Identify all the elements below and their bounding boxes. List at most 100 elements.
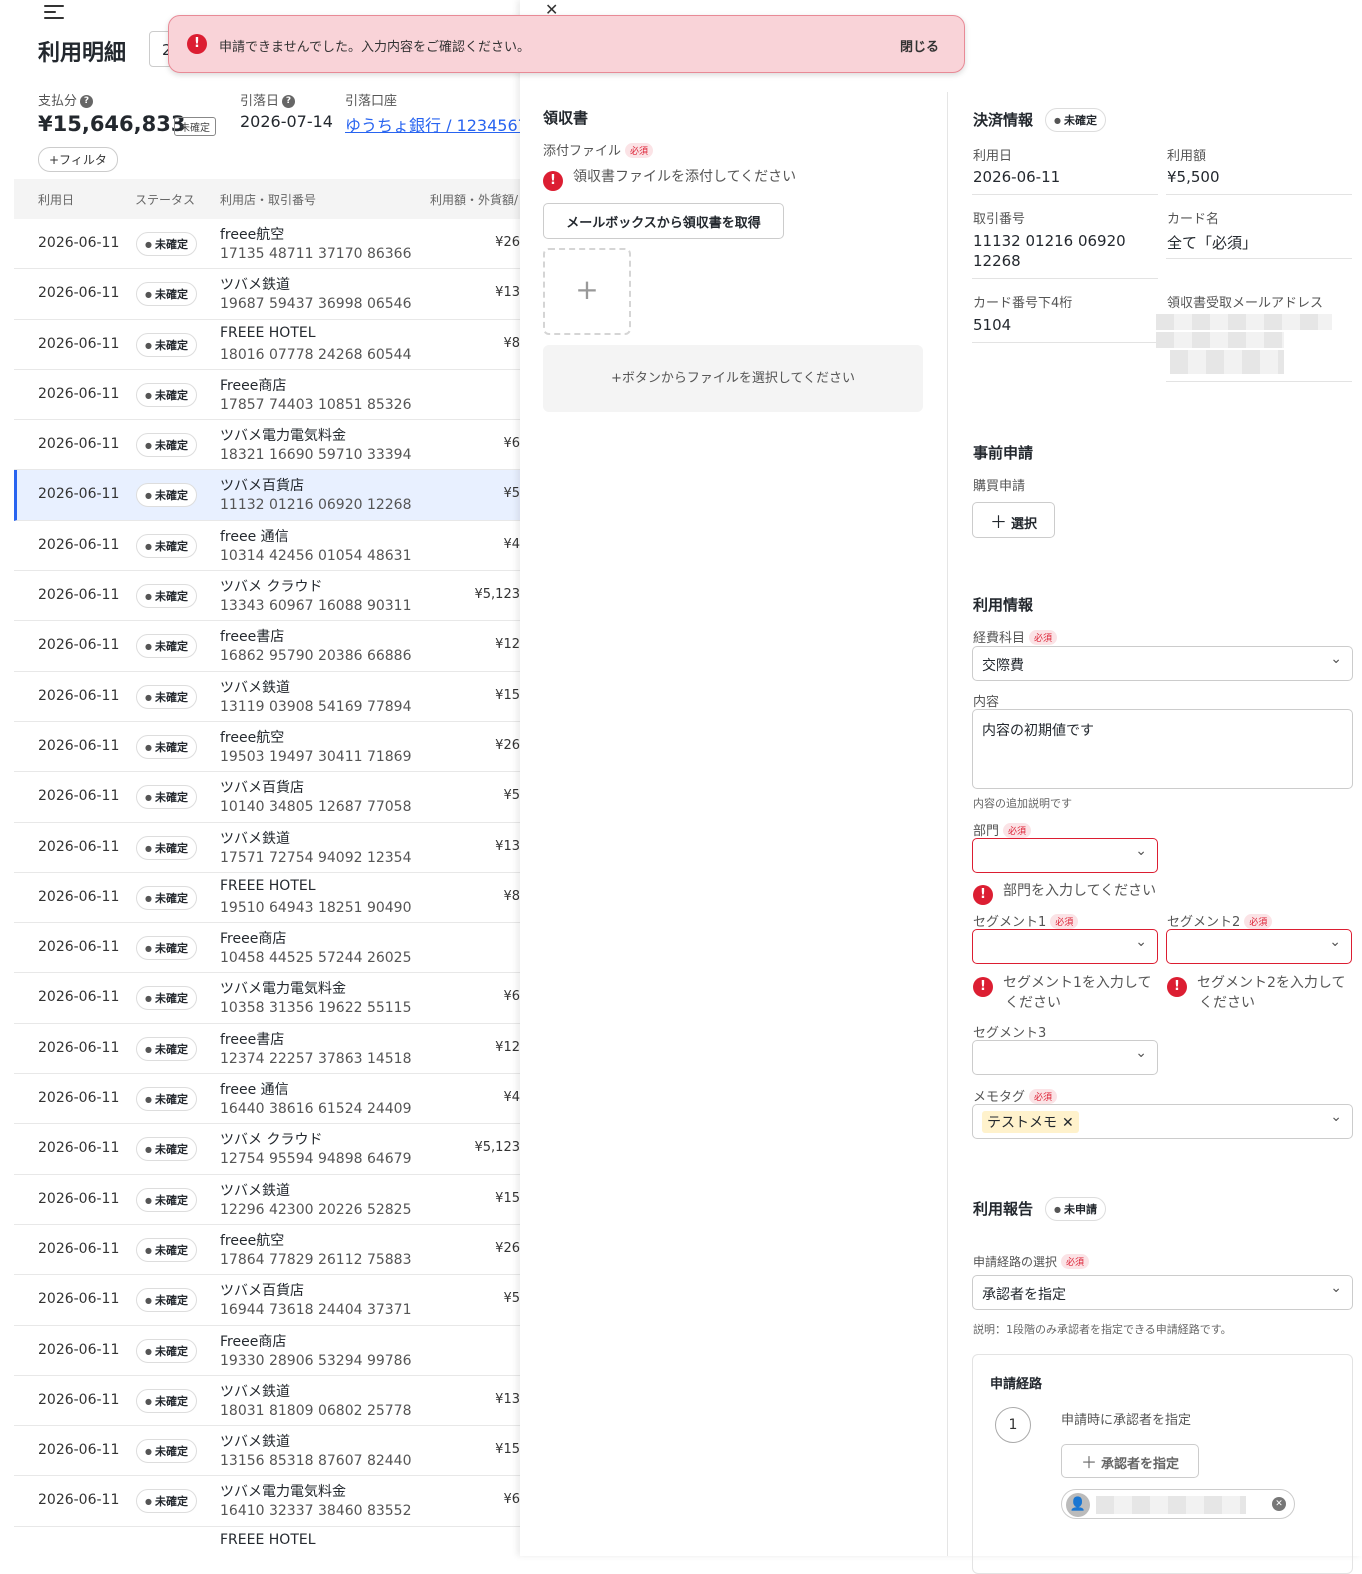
route-select[interactable]: 承認者を指定 [972, 1275, 1353, 1310]
redacted-email [1156, 332, 1284, 348]
table-row[interactable]: 2026-06-11 未確定 ツバメ鉄道 17571 72754 94092 1235… [14, 823, 520, 873]
table-row[interactable]: 2026-06-11 未確定 ツバメ鉄道 18031 81809 06802 2577… [14, 1376, 520, 1427]
row-transaction-number: 18016 07778 24268 60544 [220, 346, 412, 363]
toast-message: 申請できませんでした。入力内容をご確認ください。 [219, 40, 530, 55]
row-amount: ¥12 [495, 1039, 520, 1055]
table-row[interactable]: 2026-06-11 未確定 Freee商店 17857 74403 10851 85… [14, 370, 520, 421]
row-amount: ¥5 [503, 486, 520, 502]
segment1-select[interactable] [972, 929, 1158, 964]
seg2-error: ! セグメント2を入力して [1167, 972, 1346, 997]
table-row[interactable]: 2026-06-11 未確定 ツバメ電力電気料金 10358 31356 19622 … [14, 973, 520, 1024]
table-row[interactable]: 2026-06-11 未確定 FREEE HOTEL 18016 07778 2426… [14, 320, 520, 370]
table-row[interactable]: 2026-06-11 未確定 ツバメ電力電気料金 16410 32337 38460 … [14, 1476, 520, 1527]
dept-select[interactable] [972, 838, 1158, 873]
table-row[interactable]: 2026-06-11 未確定 freee書店 12374 22257 37863 14… [14, 1024, 520, 1075]
mailbox-receipt-button[interactable]: メールボックスから領収書を取得 [543, 203, 784, 239]
row-transaction-number: 17864 77829 26112 75883 [220, 1251, 412, 1268]
approver-chip[interactable]: 👤 ✕ [1061, 1489, 1295, 1519]
table-row[interactable]: 2026-06-11 未確定 freee 通信 16440 38616 61524 2… [14, 1074, 520, 1125]
row-merchant: ツバメ鉄道 [220, 1434, 290, 1451]
table-row[interactable]: 2026-06-11 未確定 FREEE HOTEL 19510 64943 1825… [14, 873, 520, 924]
table-row[interactable]: 2026-06-11 未確定 ツバメ百貨店 10140 34805 12687 770… [14, 772, 520, 823]
table-row[interactable]: 2026-06-11 未確定 ツバメ百貨店 11132 01216 06920 122… [14, 470, 520, 521]
row-merchant: ツバメ鉄道 [220, 1383, 290, 1400]
table-row[interactable]: 2026-06-11 未確定 ツバメ鉄道 12296 42300 20226 5282… [14, 1175, 520, 1225]
row-transaction-number: 19503 19497 30411 71869 [220, 748, 412, 765]
remove-approver-icon[interactable]: ✕ [1272, 1497, 1286, 1511]
table-row[interactable]: 2026-06-11 未確定 freee 通信 10314 42456 01054 4… [14, 521, 520, 572]
required-badge: 必須 [1050, 914, 1079, 929]
row-merchant: freee書店 [220, 629, 285, 646]
row-date: 2026-06-11 [38, 1140, 120, 1157]
table-row[interactable]: 2026-06-11 未確定 ツバメ鉄道 19687 59437 36998 0654… [14, 269, 520, 320]
row-amount: ¥6 [503, 1492, 520, 1508]
row-amount: ¥5,123 [474, 587, 521, 603]
row-status-badge: 未確定 [136, 885, 197, 910]
row-amount: ¥5 [503, 1291, 520, 1307]
row-merchant: ツバメ百貨店 [220, 478, 304, 495]
row-status-badge: 未確定 [136, 232, 197, 256]
row-amount: ¥15 [495, 1190, 520, 1206]
row-amount: ¥13 [495, 1391, 520, 1407]
select-purchase-button[interactable]: ＋選択 [972, 502, 1055, 538]
row-amount: ¥6 [503, 436, 520, 452]
row-date: 2026-06-11 [38, 1341, 120, 1358]
row-transaction-number: 10314 42456 01054 48631 [220, 547, 412, 564]
row-status-badge: 未確定 [136, 1489, 197, 1514]
email-label: 領収書受取メールアドレス [1167, 296, 1324, 311]
row-transaction-number: 10140 34805 12687 77058 [220, 799, 412, 816]
segment2-select[interactable] [1166, 929, 1352, 964]
table-row[interactable]: 2026-06-11 未確定 Freee商店 19330 28906 53294 99… [14, 1326, 520, 1376]
table-row[interactable]: 2026-06-11 未確定 freee航空 17135 48711 37170 86… [14, 219, 520, 270]
segment3-select[interactable] [972, 1040, 1158, 1075]
statement-rows: 2026-06-11 未確定 freee航空 17135 48711 37170 86… [14, 219, 520, 1556]
help-icon[interactable]: ? [80, 95, 94, 108]
table-row[interactable]: 2026-06-11 未確定 ツバメ クラウド 12754 95594 94898 6… [14, 1124, 520, 1175]
table-row[interactable]: 2026-06-11 未確定 freee航空 19503 19497 30411 71… [14, 722, 520, 773]
col-merchant[interactable]: 利用店・取引番号 [220, 191, 316, 208]
table-row[interactable]: FREEE HOTEL [14, 1527, 520, 1556]
user-avatar-icon: 👤 [1066, 1493, 1090, 1517]
row-merchant: freee 通信 [220, 1082, 289, 1099]
expense-account-select[interactable]: 交際費 [972, 646, 1353, 681]
table-header: 利用日 ステータス 利用店・取引番号 利用額・外貨額/ [14, 179, 520, 219]
content-textarea[interactable]: 内容の初期値です [972, 709, 1353, 789]
required-badge: 必須 [1029, 1089, 1058, 1104]
add-approver-button[interactable]: ＋承認者を指定 [1061, 1444, 1199, 1478]
row-transaction-number: 12296 42300 20226 52825 [220, 1201, 412, 1218]
table-row[interactable]: 2026-06-11 未確定 Freee商店 10458 44525 57244 26… [14, 923, 520, 974]
row-status-badge: 未確定 [136, 634, 197, 659]
col-amount[interactable]: 利用額・外貨額/ [430, 191, 518, 208]
report-heading: 利用報告 [973, 1200, 1034, 1218]
row-date: 2026-06-11 [38, 838, 120, 855]
help-icon[interactable]: ? [282, 95, 296, 108]
table-row[interactable]: 2026-06-11 未確定 ツバメ電力電気料金 18321 16690 59710 … [14, 420, 520, 471]
toast-close-button[interactable]: 閉じる [900, 36, 939, 55]
row-status-badge: 未確定 [136, 533, 197, 558]
amount-label: 利用額 [1167, 149, 1207, 164]
bank-account-link[interactable]: ゆうちょ銀行 / 1234567 [345, 112, 520, 136]
row-amount: ¥8 [503, 888, 520, 904]
table-row[interactable]: 2026-06-11 未確定 ツバメ百貨店 16944 73618 24404 373… [14, 1275, 520, 1326]
row-merchant: ツバメ クラウド [220, 579, 323, 596]
row-merchant: ツバメ鉄道 [220, 1182, 290, 1199]
row-amount: ¥15 [495, 687, 520, 703]
row-date: 2026-06-11 [38, 687, 120, 704]
table-row[interactable]: 2026-06-11 未確定 ツバメ鉄道 13156 85318 87607 8244… [14, 1426, 520, 1477]
content-help: 内容の追加説明です [973, 797, 1072, 810]
table-row[interactable]: 2026-06-11 未確定 freee航空 17864 77829 26112 75… [14, 1225, 520, 1276]
payment-status-badge: 未確定 [1045, 108, 1106, 132]
memo-tag-select[interactable]: テストメモ ✕ [972, 1104, 1353, 1139]
add-file-dropzone[interactable]: + [543, 248, 631, 335]
col-status[interactable]: ステータス [135, 191, 195, 208]
remove-tag-icon[interactable]: ✕ [1062, 1115, 1074, 1131]
table-row[interactable]: 2026-06-11 未確定 ツバメ クラウド 13343 60967 16088 9… [14, 571, 521, 622]
row-status-badge: 未確定 [136, 1137, 197, 1162]
menu-icon[interactable] [44, 5, 64, 23]
row-amount: ¥12 [495, 637, 520, 653]
filter-button[interactable]: +フィルタ [38, 147, 118, 172]
row-date: 2026-06-11 [38, 1240, 120, 1257]
table-row[interactable]: 2026-06-11 未確定 ツバメ鉄道 13119 03908 54169 7789… [14, 672, 520, 722]
table-row[interactable]: 2026-06-11 未確定 freee書店 16862 95790 20386 66… [14, 621, 520, 672]
col-date[interactable]: 利用日 [38, 191, 74, 208]
